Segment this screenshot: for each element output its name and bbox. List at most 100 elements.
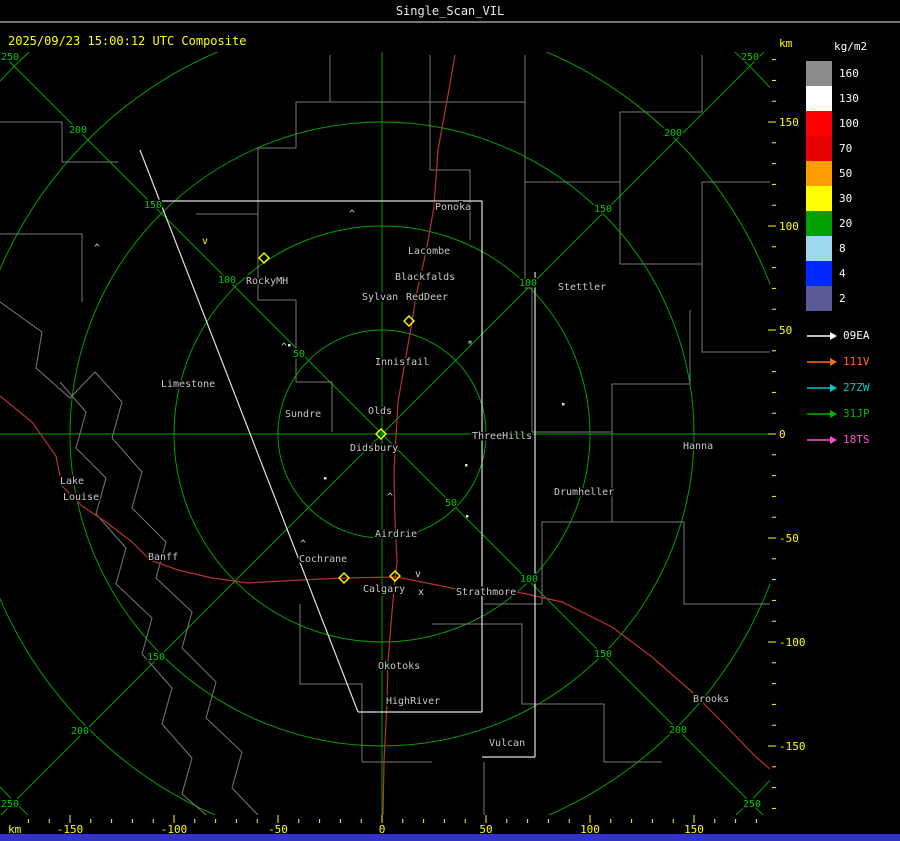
scale-row: 160 [806, 61, 900, 86]
city-label: Lacombe [408, 246, 450, 257]
city-label: Ponoka [435, 202, 471, 213]
radar-id: 09EA [843, 329, 870, 342]
scale-value: 130 [839, 92, 859, 105]
ring-labels: 50 100 150 200 250 100 150 200 250 150 200 250 50 100… [0, 52, 763, 812]
town-dot-marker [288, 344, 291, 347]
caret-marker: ^ [349, 209, 355, 220]
county-boundary [611, 310, 691, 432]
scale-value: 160 [839, 67, 859, 80]
radar-legend-row: 18TS [806, 431, 900, 448]
scale-row: 70 [806, 136, 900, 161]
scale-row: 50 [806, 161, 900, 186]
radar-arrow-icon [807, 409, 837, 418]
city-label: ThreeHills [472, 431, 532, 442]
city-label: Stettler [558, 282, 606, 293]
radar-legend-row: 111V [806, 353, 900, 370]
right-axis-label: 50 [779, 324, 792, 337]
county-boundary [257, 214, 333, 432]
radar-id: 18TS [843, 433, 870, 446]
scale-unit-label: kg/m2 [834, 40, 868, 53]
ring-distance-label: 50 [293, 349, 305, 360]
county-boundary [701, 264, 770, 353]
right-axis-label: 100 [779, 220, 799, 233]
city-label: Airdrie [375, 529, 417, 540]
star-marker: * [467, 339, 473, 350]
scale-swatch [806, 261, 832, 286]
scale-value: 4 [839, 267, 846, 280]
right-axis-label: -150 [779, 740, 806, 753]
radar-map-canvas[interactable]: 5010015020025010015020025015020025050100… [0, 0, 900, 841]
scale-row: 8 [806, 236, 900, 261]
ring-distance-label: 200 [669, 725, 687, 736]
ring-distance-label: 250 [741, 52, 759, 63]
scale-value: 70 [839, 142, 853, 155]
ring-distance-label: 100 [520, 574, 538, 585]
scale-value: 50 [839, 167, 853, 180]
city-label: Cochrane [299, 554, 347, 565]
city-label: Drumheller [554, 487, 614, 498]
radial-line [0, 52, 383, 435]
county-boundary [196, 55, 331, 215]
scale-row: 100 [806, 111, 900, 136]
radial-line [381, 52, 765, 435]
axes-ticks [27, 59, 776, 823]
scale-swatch [806, 111, 832, 136]
county-boundary [330, 55, 431, 103]
city-label: Sundre [285, 409, 321, 420]
x-marker: x [418, 587, 424, 598]
scale-swatch [806, 186, 832, 211]
city-label: Calgary [363, 584, 405, 595]
highway [343, 576, 770, 770]
right-axis-label: 0 [779, 428, 786, 441]
scale-row: 4 [806, 261, 900, 286]
scale-row: 2 [806, 286, 900, 311]
scale-row: 20 [806, 211, 900, 236]
county-boundary [299, 604, 432, 763]
radar-legend: 09EA 111V 27ZW 31JP 18TS [806, 327, 900, 448]
scale-row: 30 [806, 186, 900, 211]
town-dot-marker [465, 464, 468, 467]
county-boundary [524, 55, 533, 432]
city-label: Limestone [161, 379, 215, 390]
ring-distance-label: 150 [594, 204, 612, 215]
town-dot-marker [466, 515, 469, 518]
ring-distance-label: 150 [147, 652, 165, 663]
county-boundary [619, 181, 770, 265]
city-label: Olds [368, 406, 392, 417]
county-boundary [532, 431, 770, 605]
right-axis-label: -100 [779, 636, 806, 649]
city-label: HighRiver [386, 696, 440, 707]
caret-marker: ^ [281, 342, 287, 353]
radar-arrow-icon [807, 383, 837, 392]
county-boundary [94, 371, 259, 815]
scale-row: 130 [806, 86, 900, 111]
scale-rows: 160 130 100 70 50 30 20 8 4 2 [806, 61, 900, 311]
town-dot-marker [562, 403, 565, 406]
scale-swatch [806, 61, 832, 86]
city-label: Innisfail [375, 357, 429, 368]
radar-arrow-icon [807, 357, 837, 366]
radar-app-window: 50 100 150 200 250 100 150 200 250 150 200 250 50 100… [0, 0, 900, 841]
range-ring [0, 52, 770, 815]
radar-id: 27ZW [843, 381, 870, 394]
radar-legend-row: 27ZW [806, 379, 900, 396]
ring-distance-label: 150 [594, 649, 612, 660]
city-label: Banff [148, 552, 178, 563]
scale-value: 30 [839, 192, 853, 205]
scale-swatch [806, 286, 832, 311]
ring-distance-label: 150 [144, 200, 162, 211]
scale-value: 2 [839, 292, 846, 305]
scale-swatch [806, 86, 832, 111]
town-dot-marker [324, 477, 327, 480]
city-label: RedDeer [406, 292, 448, 303]
city-label: Sylvan [362, 292, 398, 303]
caret-marker: ^ [94, 243, 100, 254]
scan-timestamp: 2025/09/23 15:00:12 UTC Composite [8, 34, 247, 48]
caret-marker: ^ [300, 539, 306, 550]
legend-panel: kg/m2 160 130 100 70 50 30 20 8 4 2 09EA 111V 27ZW 3… [806, 40, 900, 448]
right-axis-label: 150 [779, 116, 799, 129]
radar-id: 31JP [843, 407, 870, 420]
ring-distance-label: 100 [519, 278, 537, 289]
map-clip-group: 50 100 150 200 250 100 150 200 250 150 200 250 50 100… [0, 52, 770, 815]
scale-value: 100 [839, 117, 859, 130]
